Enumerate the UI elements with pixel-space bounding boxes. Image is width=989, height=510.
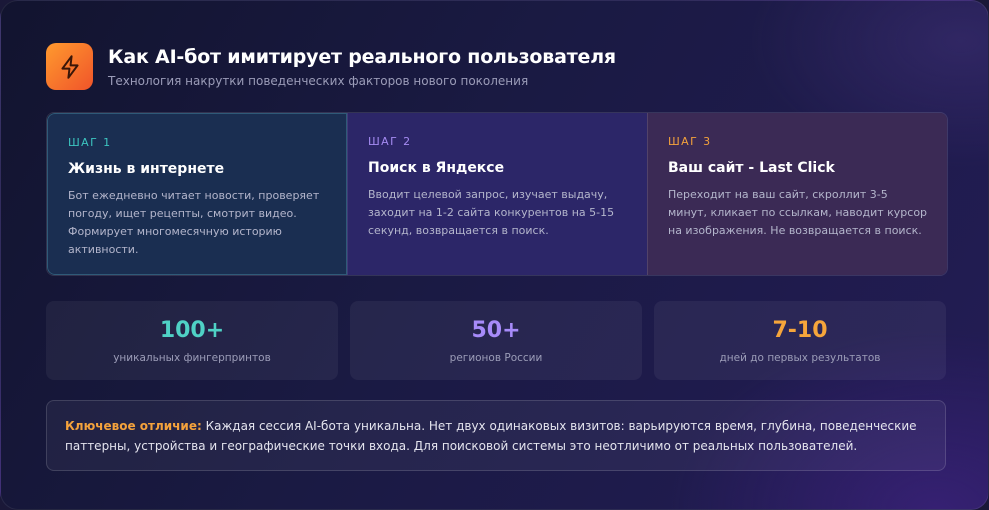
step-description: Переходит на ваш сайт, скроллит 3-5 мину… [668,188,928,237]
stat-label: уникальных фингерпринтов [113,352,271,364]
step-card-1: ШАГ 1 Жизнь в интернете Бот ежедневно чи… [47,113,347,275]
step-card-3: ШАГ 3 Ваш сайт - Last Click Переходит на… [647,113,947,275]
key-difference-note: Ключевое отличие: Каждая сессия AI-бота … [46,400,946,471]
step-description: Вводит целевой запрос, изучает выдачу, з… [368,188,615,237]
stat-value: 7-10 [772,318,828,343]
stats-row: 100+ уникальных фингерпринтов 50+ регион… [46,301,946,380]
page-subtitle: Технология накрутки поведенческих фактор… [108,74,529,88]
step-number: ШАГ 2 [368,135,412,148]
ai-bot-info-card: Как AI-бот имитирует реального пользоват… [0,0,989,510]
stat-card-fingerprints: 100+ уникальных фингерпринтов [46,301,338,380]
lightning-bolt-icon [46,43,93,90]
page-title: Как AI-бот имитирует реального пользоват… [108,46,616,68]
stat-card-regions: 50+ регионов России [350,301,642,380]
step-title: Жизнь в интернете [68,161,225,177]
step-number: ШАГ 1 [68,136,112,149]
stat-value: 50+ [471,318,521,343]
step-card-2: ШАГ 2 Поиск в Яндексе Вводит целевой зап… [347,113,647,275]
step-number: ШАГ 3 [668,135,712,148]
step-title: Ваш сайт - Last Click [668,160,835,176]
step-title: Поиск в Яндексе [368,160,505,176]
stat-label: дней до первых результатов [719,352,881,364]
stat-value: 100+ [159,318,225,343]
stat-card-days: 7-10 дней до первых результатов [654,301,946,380]
note-key-label: Ключевое отличие: [65,419,202,433]
steps-panel: ШАГ 1 Жизнь в интернете Бот ежедневно чи… [46,112,948,276]
stat-label: регионов России [449,352,543,364]
step-description: Бот ежедневно читает новости, проверяет … [68,189,320,256]
